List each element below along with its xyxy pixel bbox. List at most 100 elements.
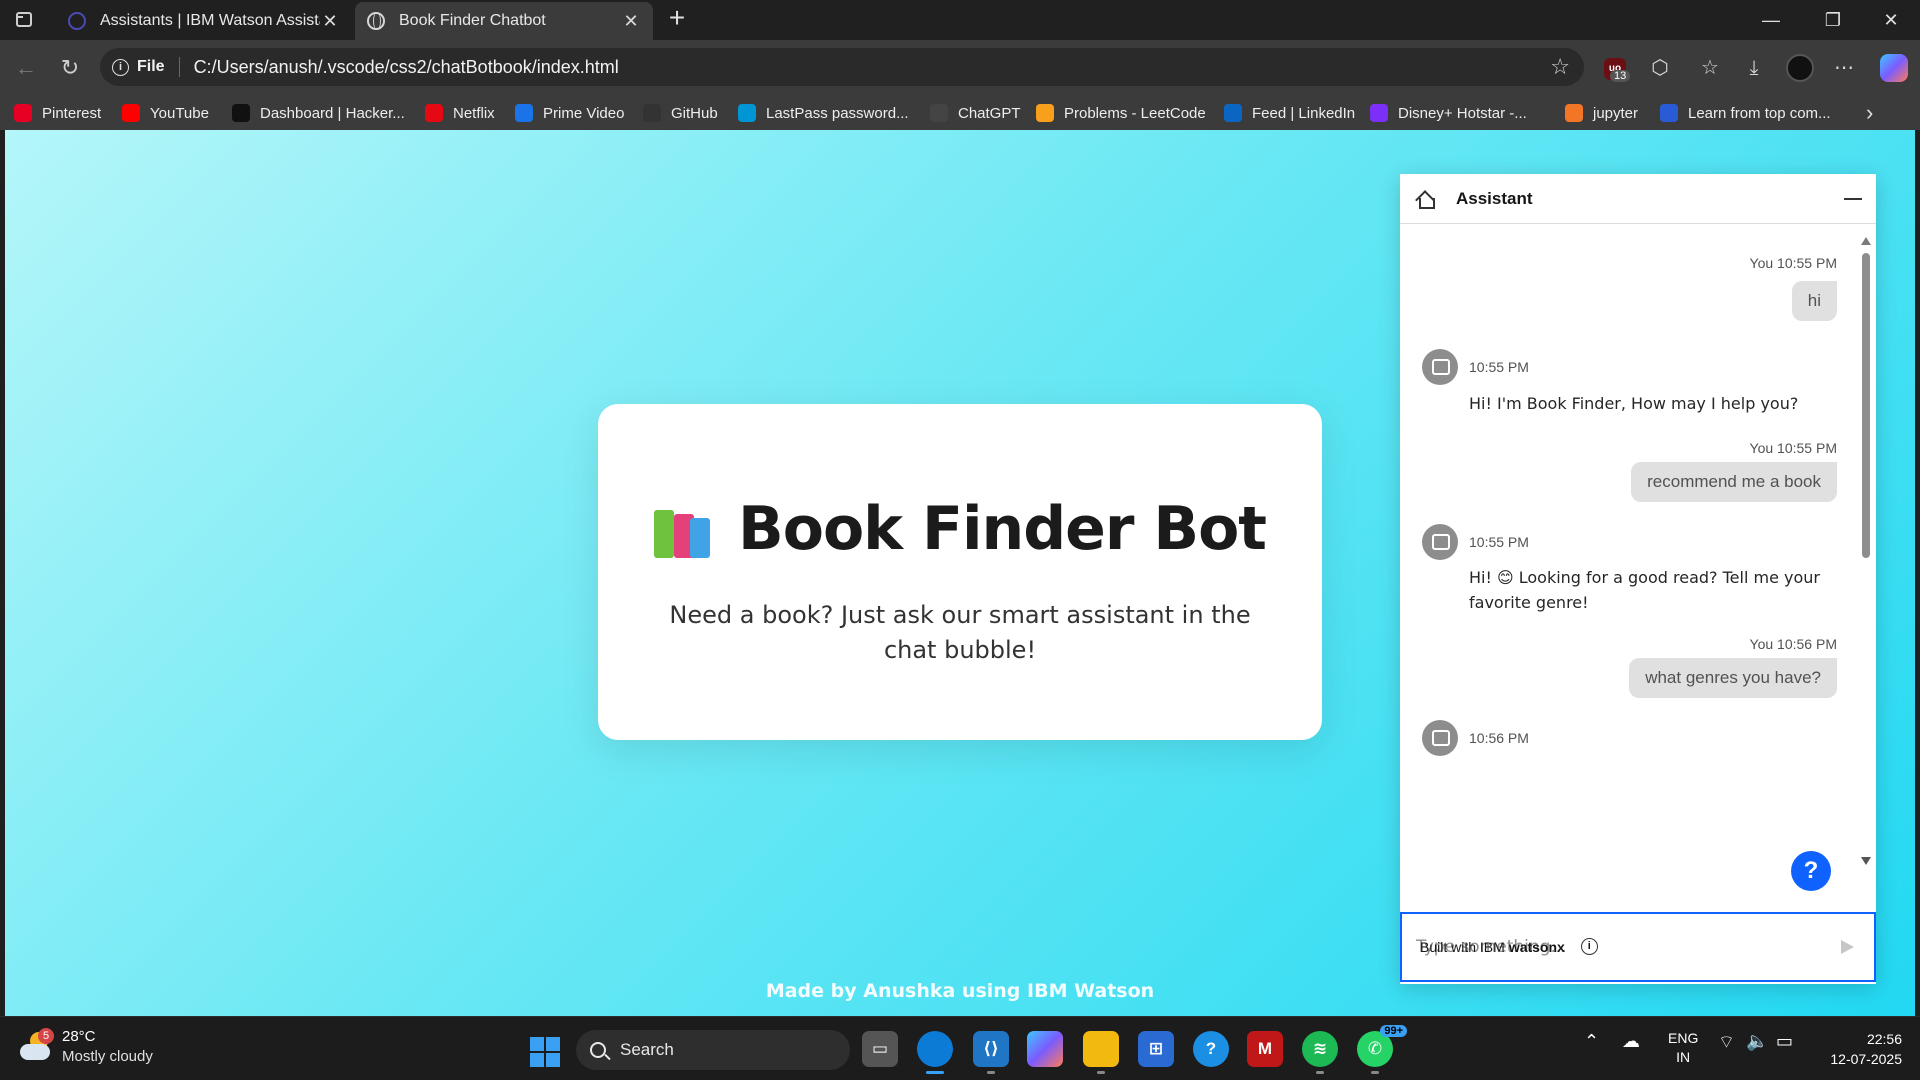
onedrive-cloud-icon[interactable]: ☁ bbox=[1622, 1031, 1640, 1052]
tab-strip: Assistants | IBM Watson Assistant ✕ Book… bbox=[0, 0, 1920, 40]
hackerrank-icon bbox=[232, 104, 250, 122]
sidebar-icon bbox=[16, 12, 32, 27]
clock-time: 22:56 bbox=[1866, 1031, 1902, 1047]
system-clock[interactable]: 22:56 12-07-2025 bbox=[1808, 1029, 1902, 1069]
address-bar[interactable]: i File C:/Users/anush/.vscode/css2/chatB… bbox=[100, 48, 1584, 86]
tab-book-finder[interactable]: Book Finder Chatbot ✕ bbox=[355, 2, 653, 40]
bookmark-item[interactable]: Problems - LeetCode bbox=[1036, 101, 1206, 125]
bookmark-label: Problems - LeetCode bbox=[1064, 104, 1206, 122]
profile-avatar[interactable] bbox=[1786, 54, 1814, 82]
volume-icon[interactable]: 🔈 bbox=[1746, 1031, 1768, 1052]
youtube-icon bbox=[122, 104, 140, 122]
divider bbox=[178, 57, 180, 77]
bookmark-item[interactable]: Disney+ Hotstar -... bbox=[1370, 101, 1527, 125]
microsoft-store-icon[interactable]: ⊞ bbox=[1138, 1031, 1174, 1067]
send-icon[interactable] bbox=[1841, 940, 1854, 954]
linkedin-icon bbox=[1224, 104, 1242, 122]
language-indicator[interactable]: ENG IN bbox=[1668, 1029, 1698, 1067]
help-button[interactable]: ? bbox=[1791, 851, 1831, 891]
url-text[interactable]: C:/Users/anush/.vscode/css2/chatBotbook/… bbox=[194, 57, 619, 78]
scroll-thumb[interactable] bbox=[1862, 253, 1870, 558]
bookmark-item[interactable]: Learn from top com... bbox=[1660, 101, 1831, 125]
bookmark-item[interactable]: Prime Video bbox=[515, 101, 624, 125]
scroll-up-icon[interactable] bbox=[1861, 237, 1871, 245]
close-window-button[interactable]: ✕ bbox=[1876, 6, 1906, 34]
vertical-tabs-button[interactable] bbox=[12, 8, 38, 32]
vscode-icon[interactable]: ⟨⟩ bbox=[973, 1031, 1009, 1074]
chevron-up-icon[interactable]: ⌃ bbox=[1584, 1031, 1599, 1052]
clock-date: 12-07-2025 bbox=[1830, 1051, 1902, 1067]
reload-button[interactable]: ↻ bbox=[54, 52, 86, 84]
leetcode-icon bbox=[1036, 104, 1054, 122]
chevron-right-icon[interactable]: › bbox=[1866, 100, 1873, 126]
edge-browser-icon[interactable] bbox=[917, 1031, 953, 1074]
battery-icon[interactable]: ▭ bbox=[1776, 1031, 1793, 1052]
weather-widget[interactable]: 5 28°C Mostly cloudy bbox=[20, 1027, 153, 1067]
footer-brand: watsonx bbox=[1508, 938, 1565, 955]
spotify-icon[interactable]: ≋ bbox=[1302, 1031, 1338, 1074]
scheme-label: File bbox=[137, 58, 165, 75]
file-explorer-icon[interactable] bbox=[1083, 1031, 1119, 1074]
info-icon[interactable]: i bbox=[112, 58, 129, 76]
bookmark-label: Learn from top com... bbox=[1688, 104, 1831, 122]
favorites-icon[interactable]: ☆ bbox=[1694, 52, 1726, 84]
language-code: ENG bbox=[1668, 1030, 1699, 1046]
task-view-icon[interactable]: ▭ bbox=[862, 1031, 898, 1067]
bookmark-label: Pinterest bbox=[42, 104, 102, 122]
bot-avatar-icon bbox=[1422, 524, 1458, 560]
minimize-window-button[interactable]: — bbox=[1756, 6, 1786, 34]
hero-card: Book Finder Bot Need a book? Just ask ou… bbox=[598, 404, 1322, 740]
copilot-taskbar-icon[interactable] bbox=[1027, 1031, 1063, 1067]
chat-scrollbar[interactable] bbox=[1860, 237, 1872, 865]
bookmark-label: Prime Video bbox=[543, 104, 625, 122]
close-tab-icon[interactable]: ✕ bbox=[621, 11, 641, 32]
whatsapp-icon[interactable]: ✆ 99+ bbox=[1357, 1025, 1407, 1074]
maximize-window-button[interactable]: ❐ bbox=[1818, 6, 1848, 34]
chat-header: Assistant bbox=[1400, 174, 1876, 224]
favorite-star-icon[interactable]: ☆ bbox=[1550, 54, 1570, 80]
copilot-icon[interactable] bbox=[1880, 54, 1908, 82]
new-tab-button[interactable]: + bbox=[662, 4, 692, 34]
chatgpt-icon bbox=[930, 104, 948, 122]
bookmark-label: YouTube bbox=[150, 104, 209, 122]
bookmark-item[interactable]: Pinterest bbox=[14, 101, 101, 125]
globe-icon bbox=[367, 12, 385, 30]
get-help-icon[interactable]: ? bbox=[1193, 1031, 1229, 1067]
taskbar-search[interactable]: Search bbox=[576, 1030, 850, 1070]
bookmark-label: Disney+ Hotstar -... bbox=[1398, 104, 1527, 122]
close-tab-icon[interactable]: ✕ bbox=[320, 11, 340, 32]
bookmark-label: jupyter bbox=[1593, 104, 1639, 122]
tab-watson-assistant[interactable]: Assistants | IBM Watson Assistant ✕ bbox=[56, 2, 352, 40]
jupyter-icon bbox=[1565, 104, 1583, 122]
bookmark-item[interactable]: LastPass password... bbox=[738, 101, 909, 125]
hp-icon bbox=[738, 104, 756, 122]
windows-start-button[interactable] bbox=[530, 1037, 560, 1067]
bookmark-item[interactable]: ChatGPT bbox=[930, 101, 1021, 125]
tab-title: Assistants | IBM Watson Assistant bbox=[100, 12, 320, 29]
chat-messages[interactable]: You 10:55 PM hi 10:55 PM Hi! I'm Book Fi… bbox=[1400, 225, 1876, 912]
footer-prefix: Built with IBM bbox=[1420, 938, 1505, 955]
bot-avatar-icon bbox=[1422, 349, 1458, 385]
bookmark-label: Netflix bbox=[453, 104, 495, 122]
bookmark-item[interactable]: Netflix bbox=[425, 101, 495, 125]
bookmark-item[interactable]: Feed | LinkedIn bbox=[1224, 101, 1355, 125]
page-title-text: Book Finder Bot bbox=[738, 494, 1267, 564]
back-button[interactable]: ← bbox=[10, 52, 42, 84]
scroll-down-icon[interactable] bbox=[1861, 857, 1871, 865]
user-message: recommend me a book bbox=[1631, 462, 1837, 502]
bookmark-item[interactable]: YouTube bbox=[122, 101, 209, 125]
bot-avatar-icon bbox=[1422, 720, 1458, 756]
home-icon[interactable] bbox=[1414, 188, 1436, 210]
bookmark-item[interactable]: GitHub bbox=[643, 101, 718, 125]
bookmark-item[interactable]: Dashboard | Hacker... bbox=[232, 101, 405, 125]
downloads-icon[interactable]: ⤓ bbox=[1738, 52, 1770, 84]
wifi-icon[interactable]: ⌔ bbox=[1718, 1031, 1735, 1054]
mcafee-icon[interactable]: M bbox=[1247, 1031, 1283, 1067]
minimize-chat-button[interactable] bbox=[1844, 197, 1862, 200]
more-menu-icon[interactable]: ⋯ bbox=[1828, 52, 1860, 84]
bookmark-item[interactable]: jupyter bbox=[1565, 101, 1638, 125]
tab-title: Book Finder Chatbot bbox=[399, 12, 546, 29]
bot-message: Hi! 😊 Looking for a good read? Tell me y… bbox=[1469, 568, 1820, 612]
info-icon[interactable]: i bbox=[1580, 938, 1598, 955]
extensions-icon[interactable]: ⬡ bbox=[1644, 52, 1676, 84]
